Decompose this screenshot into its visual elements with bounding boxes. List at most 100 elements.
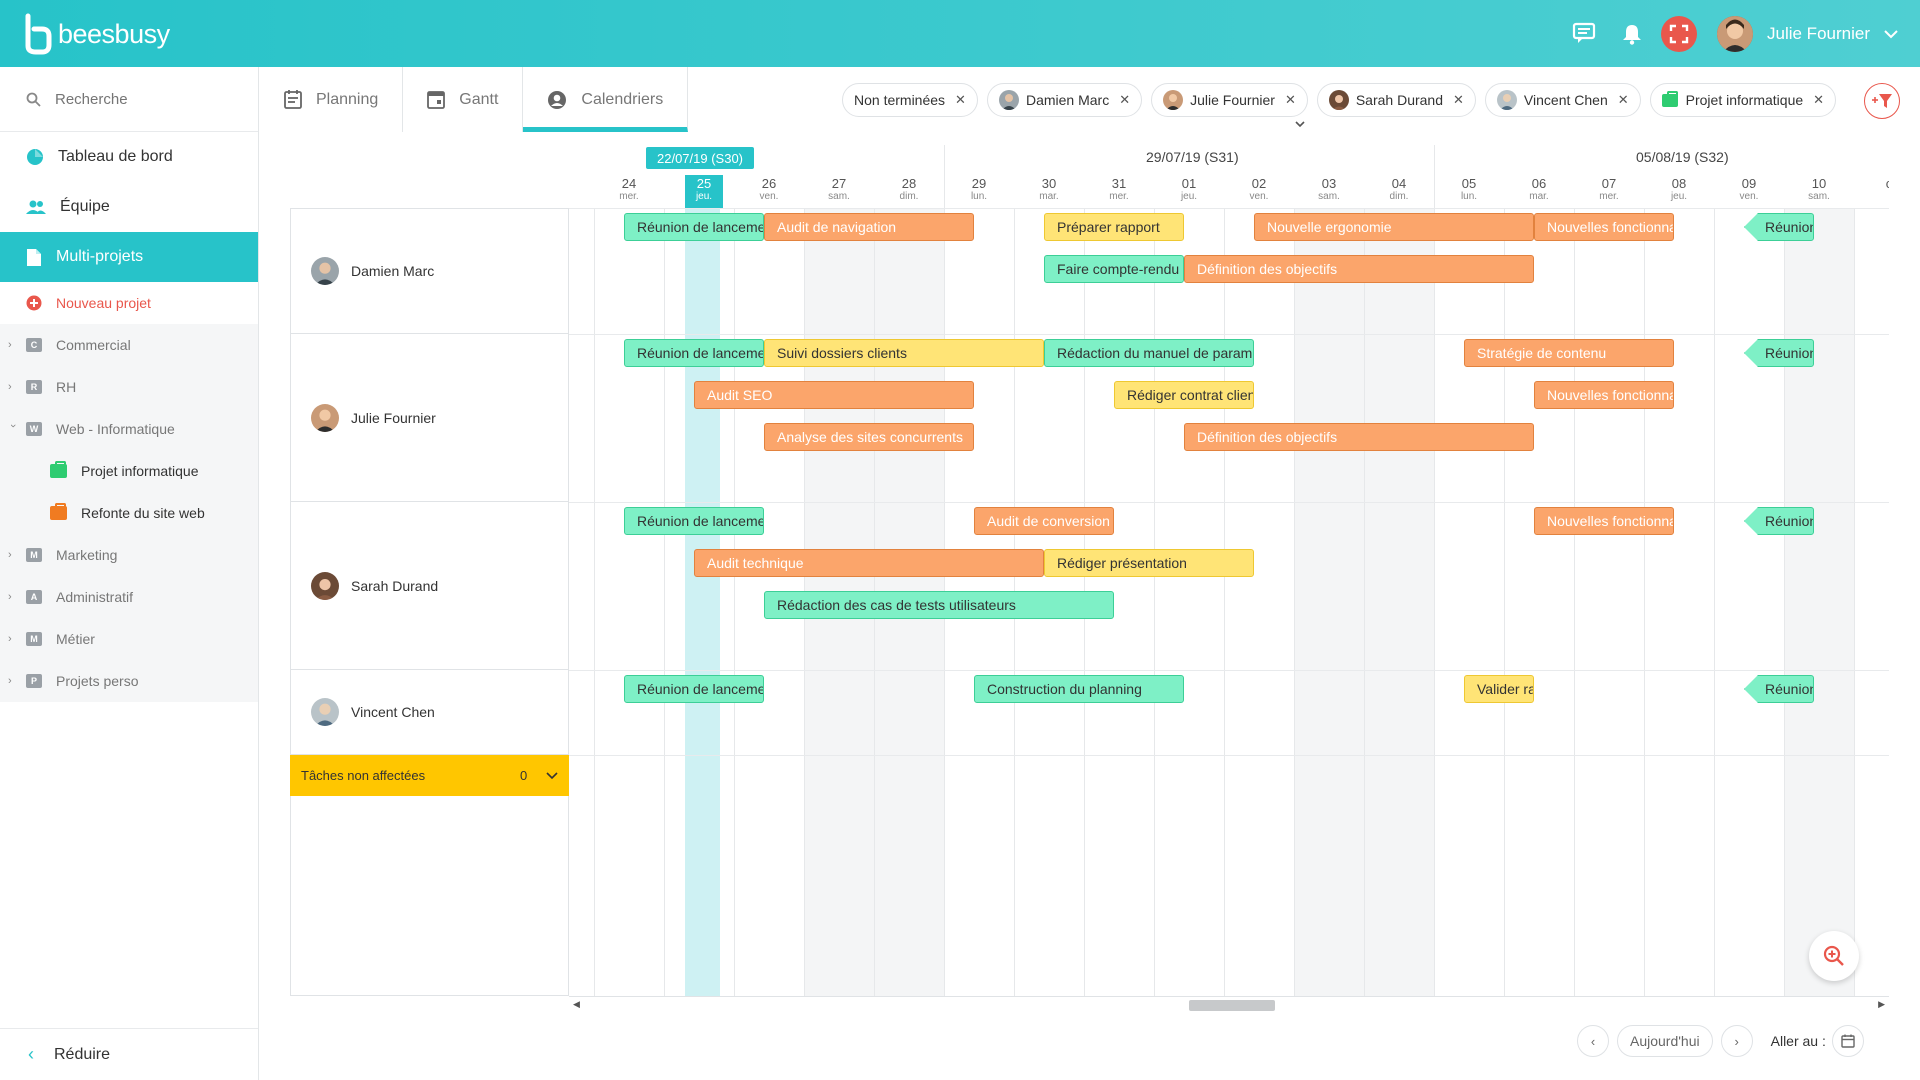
- bell-icon[interactable]: [1615, 17, 1649, 51]
- resource-row[interactable]: Vincent Chen: [291, 670, 569, 755]
- brand-logo[interactable]: beesbusy: [22, 12, 170, 56]
- filter-chip-status[interactable]: Non terminées ✕: [842, 83, 978, 117]
- day-header[interactable]: 05 lun.: [1434, 175, 1504, 208]
- resource-row[interactable]: Julie Fournier: [291, 334, 569, 502]
- task-bar[interactable]: Nouvelle ergonomie: [1254, 213, 1534, 241]
- day-header[interactable]: 07 mer.: [1574, 175, 1644, 208]
- day-header[interactable]: 30 mar.: [1014, 175, 1084, 208]
- add-filter-button[interactable]: [1864, 83, 1900, 119]
- filter-chip-sarah[interactable]: Sarah Durand ✕: [1316, 83, 1476, 117]
- day-header[interactable]: 25 jeu.: [685, 175, 723, 208]
- sidebar-group-web-informatique[interactable]: › W Web - Informatique: [0, 408, 258, 450]
- task-bar[interactable]: Réunion de conception: [1744, 339, 1814, 367]
- day-header[interactable]: 31 mer.: [1084, 175, 1154, 208]
- tab-calendars[interactable]: Calendriers: [523, 67, 689, 132]
- unassigned-tasks-bar[interactable]: Tâches non affectées 0: [290, 755, 569, 796]
- filter-chip-damien[interactable]: Damien Marc ✕: [986, 83, 1143, 117]
- task-bar[interactable]: Valider rapport: [1464, 675, 1534, 703]
- day-header[interactable]: 04 dim.: [1364, 175, 1434, 208]
- day-header[interactable]: 27 sam.: [804, 175, 874, 208]
- task-bar[interactable]: Rédiger contrat client: [1114, 381, 1254, 409]
- day-header[interactable]: 08 jeu.: [1644, 175, 1714, 208]
- day-header[interactable]: 10 sam.: [1784, 175, 1854, 208]
- task-bar[interactable]: Réunion de conception: [1744, 213, 1814, 241]
- task-bar[interactable]: Réunion de lancement: [624, 339, 764, 367]
- day-header[interactable]: 24 mer.: [594, 175, 664, 208]
- goto-date-button[interactable]: [1831, 1025, 1864, 1057]
- task-bar[interactable]: Rédiger présentation: [1044, 549, 1254, 577]
- day-header[interactable]: 09 ven.: [1714, 175, 1784, 208]
- user-name[interactable]: Julie Fournier: [1767, 24, 1870, 44]
- filter-chip-project[interactable]: Projet informatique ✕: [1649, 83, 1837, 117]
- chevron-down-icon[interactable]: [546, 768, 558, 783]
- close-icon[interactable]: ✕: [1618, 92, 1629, 108]
- task-bar[interactable]: Rédaction des cas de tests utilisateurs: [764, 591, 1114, 619]
- task-bar[interactable]: Réunion de lancement: [624, 213, 764, 241]
- chevron-down-icon[interactable]: [1884, 26, 1898, 42]
- fullscreen-icon[interactable]: [1661, 15, 1697, 52]
- tab-planning[interactable]: Planning: [260, 67, 404, 132]
- next-button[interactable]: ›: [1720, 1025, 1753, 1057]
- sidebar-group-marketing[interactable]: › M Marketing: [0, 534, 258, 576]
- user-avatar[interactable]: [1717, 15, 1753, 52]
- sidebar-project-informatique[interactable]: Projet informatique: [0, 450, 258, 492]
- task-bar[interactable]: Nouvelles fonctionnalités: [1534, 381, 1674, 409]
- close-icon[interactable]: ✕: [1453, 92, 1464, 108]
- sidebar-group-commercial[interactable]: › C Commercial: [0, 324, 258, 366]
- sidebar-group-rh[interactable]: › R RH: [0, 366, 258, 408]
- task-bar[interactable]: Rédaction du manuel de paramétrage: [1044, 339, 1254, 367]
- reduce-sidebar-button[interactable]: ‹ Réduire: [0, 1028, 258, 1080]
- task-bar[interactable]: Nouvelles fonctionnalités: [1534, 507, 1674, 535]
- day-header[interactable]: 01 jeu.: [1154, 175, 1224, 208]
- day-header[interactable]: 03 sam.: [1294, 175, 1364, 208]
- resource-row[interactable]: Damien Marc: [291, 208, 569, 334]
- chat-icon[interactable]: [1569, 17, 1603, 51]
- task-bar[interactable]: Audit de navigation: [764, 213, 974, 241]
- today-button[interactable]: Aujourd'hui: [1617, 1025, 1713, 1057]
- task-bar[interactable]: Réunion de conception: [1744, 507, 1814, 535]
- task-bar[interactable]: Audit de conversion: [974, 507, 1114, 535]
- collapse-filters-icon[interactable]: [1295, 120, 1305, 131]
- day-header[interactable]: 3r.: [569, 175, 594, 208]
- filter-chip-vincent[interactable]: Vincent Chen ✕: [1484, 83, 1641, 117]
- zoom-button[interactable]: [1809, 931, 1859, 981]
- task-bar[interactable]: Audit SEO: [694, 381, 974, 409]
- task-bar[interactable]: Faire compte-rendu: [1044, 255, 1184, 283]
- scroll-thumb[interactable]: [1189, 1000, 1275, 1011]
- filter-chip-julie[interactable]: Julie Fournier ✕: [1151, 83, 1308, 117]
- sidebar-group-administratif[interactable]: › A Administratif: [0, 576, 258, 618]
- task-bar[interactable]: Nouvelles fonctionnalités: [1534, 213, 1674, 241]
- task-bar[interactable]: Analyse des sites concurrents: [764, 423, 974, 451]
- sidebar-group-projets-perso[interactable]: › P Projets perso: [0, 660, 258, 702]
- previous-button[interactable]: ‹: [1577, 1025, 1609, 1057]
- scroll-left-icon[interactable]: ◀: [573, 999, 580, 1010]
- task-bar[interactable]: Définition des objectifs: [1184, 423, 1534, 451]
- day-header[interactable]: 28 dim.: [874, 175, 944, 208]
- sidebar-item-dashboard[interactable]: Tableau de bord: [0, 132, 258, 182]
- resource-row[interactable]: Sarah Durand: [291, 502, 569, 670]
- tab-gantt[interactable]: Gantt: [403, 67, 524, 132]
- close-icon[interactable]: ✕: [955, 92, 966, 108]
- day-header[interactable]: 02 ven.: [1224, 175, 1294, 208]
- sidebar-item-multi-projects[interactable]: Multi-projets: [0, 232, 258, 282]
- task-bar[interactable]: Construction du planning: [974, 675, 1184, 703]
- task-bar[interactable]: Stratégie de contenu: [1464, 339, 1674, 367]
- day-header[interactable]: 26 ven.: [734, 175, 804, 208]
- new-project-button[interactable]: Nouveau projet: [0, 282, 258, 324]
- day-header[interactable]: c: [1854, 175, 1889, 208]
- sidebar-item-team[interactable]: Équipe: [0, 182, 258, 232]
- task-bar[interactable]: Définition des objectifs: [1184, 255, 1534, 283]
- task-bar[interactable]: Audit technique: [694, 549, 1044, 577]
- sidebar-project-refonte[interactable]: Refonte du site web: [0, 492, 258, 534]
- day-header[interactable]: 06 mar.: [1504, 175, 1574, 208]
- day-header[interactable]: 29 lun.: [944, 175, 1014, 208]
- sidebar-group-metier[interactable]: › M Métier: [0, 618, 258, 660]
- task-bar[interactable]: Réunion de lancement: [624, 507, 764, 535]
- task-bar[interactable]: Préparer rapport: [1044, 213, 1184, 241]
- horizontal-scrollbar[interactable]: ◀ ▶: [569, 996, 1889, 1014]
- close-icon[interactable]: ✕: [1285, 92, 1296, 108]
- search-input[interactable]: [55, 90, 235, 108]
- scroll-right-icon[interactable]: ▶: [1878, 999, 1885, 1010]
- task-bar[interactable]: Réunion de lancement: [624, 675, 764, 703]
- task-bar[interactable]: Réunion de conception: [1744, 675, 1814, 703]
